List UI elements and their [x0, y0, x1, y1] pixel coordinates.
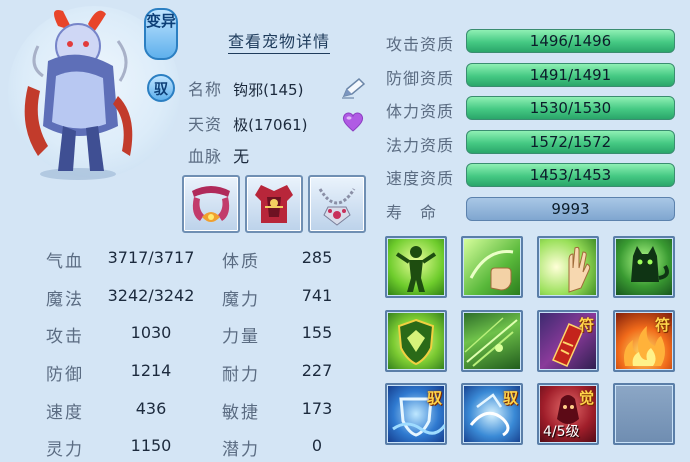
tame-tag: 驭 [502, 389, 518, 407]
stat-speed-value: 436 [135, 399, 167, 418]
quality-defense-bar: 1491/1491 [466, 63, 675, 87]
quality-defense-label: 防御资质 [386, 69, 455, 88]
palm-skill-icon [568, 246, 591, 293]
talisman-tag: 符 [578, 316, 594, 334]
quality-speed-label: 速度资质 [386, 169, 455, 188]
wind-skill-icon [464, 317, 518, 367]
tame-badge: 驭 [147, 74, 175, 102]
talisman-tag: 符 [654, 316, 670, 334]
quality-stamina-bar: 1530/1530 [466, 96, 675, 120]
aptitude-label: 天资 [188, 115, 223, 134]
name-row: 名称 钩邪(145) [188, 76, 303, 100]
stat-attack-label: 攻击 [46, 327, 84, 347]
quality-stamina-label: 体力资质 [386, 102, 455, 121]
attr-endurance-value: 227 [301, 361, 333, 380]
stat-hp-value: 3717/3717 [107, 248, 195, 267]
skill-slot-8[interactable]: 符 [613, 310, 675, 372]
stat-defense-value: 1214 [130, 361, 172, 380]
hand-skill-icon [469, 250, 514, 291]
heart-icon[interactable] [341, 111, 365, 137]
skill-slot-9[interactable]: 驭 [385, 383, 447, 445]
attr-endurance-label: 耐力 [222, 365, 260, 385]
equip-slot-2[interactable] [245, 175, 303, 233]
stat-hp-label: 气血 [46, 252, 84, 272]
stat-spirit-value: 1150 [130, 436, 172, 455]
attr-magic-value: 741 [301, 286, 333, 305]
awaken-level: 4/5级 [543, 424, 580, 440]
bloodline-value: 无 [233, 147, 250, 166]
stat-speed-label: 速度 [46, 403, 84, 423]
skill-slot-7[interactable]: 符 [537, 310, 599, 372]
lifespan-label: 寿 命 [386, 203, 438, 222]
armor-icon [255, 185, 293, 223]
skill-slot-5[interactable] [385, 310, 447, 372]
attr-potential-value: 0 [311, 436, 323, 455]
lifespan-bar: 9993 [466, 197, 675, 221]
stat-mp-label: 魔法 [46, 290, 84, 310]
skill-slot-11[interactable]: 觉 4/5级 [537, 383, 599, 445]
tame-tag: 驭 [426, 389, 442, 407]
aptitude-row: 天资 极(17061) [188, 111, 308, 135]
aptitude-value: 极(17061) [233, 116, 308, 134]
attr-magic-label: 魔力 [222, 290, 260, 310]
quality-attack-bar: 1496/1496 [466, 29, 675, 53]
attr-agility-label: 敏捷 [222, 403, 260, 423]
awaken-tag: 觉 [578, 389, 594, 407]
name-label: 名称 [188, 80, 223, 99]
equip-slot-3[interactable] [308, 175, 366, 233]
stat-spirit-label: 灵力 [46, 440, 84, 460]
quality-mana-bar: 1572/1572 [466, 130, 675, 154]
attr-strength-value: 155 [301, 323, 333, 342]
skill-slot-2[interactable] [461, 236, 523, 298]
attr-constitution-label: 体质 [222, 252, 260, 272]
mutant-badge: 变异 [144, 8, 178, 60]
necklace-icon [318, 188, 356, 226]
skill-slot-6[interactable] [461, 310, 523, 372]
skill-slot-10[interactable]: 驭 [461, 383, 523, 445]
skill-slot-3[interactable] [537, 236, 599, 298]
stat-attack-value: 1030 [130, 323, 172, 342]
equip-slot-1[interactable] [182, 175, 240, 233]
quality-attack-label: 攻击资质 [386, 35, 455, 54]
attr-agility-value: 173 [301, 399, 333, 418]
view-pet-details-link[interactable]: 查看宠物详情 [228, 28, 331, 54]
cat-skill-icon [631, 246, 669, 282]
bloodline-row: 血脉 无 [188, 143, 249, 167]
shield-skill-icon [397, 318, 435, 366]
skill-slot-empty[interactable] [613, 383, 675, 445]
collar-icon [192, 186, 230, 222]
pet-name: 钩邪(145) [233, 81, 304, 99]
skill-slot-4[interactable] [613, 236, 675, 298]
attr-potential-label: 潜力 [222, 440, 260, 460]
attr-constitution-value: 285 [301, 248, 333, 267]
pet-panel: 变异 驭 查看宠物详情 名称 钩邪(145) 天资 极(17061) 血脉 无 [0, 0, 690, 462]
attr-strength-label: 力量 [222, 327, 260, 347]
stat-mp-value: 3242/3242 [107, 286, 195, 305]
quality-speed-bar: 1453/1453 [466, 163, 675, 187]
pencil-icon[interactable] [340, 76, 368, 104]
skill-slot-1[interactable] [385, 236, 447, 298]
strength-skill-icon [395, 246, 437, 292]
bloodline-label: 血脉 [188, 147, 223, 166]
quality-mana-label: 法力资质 [386, 136, 455, 155]
stat-defense-label: 防御 [46, 365, 84, 385]
